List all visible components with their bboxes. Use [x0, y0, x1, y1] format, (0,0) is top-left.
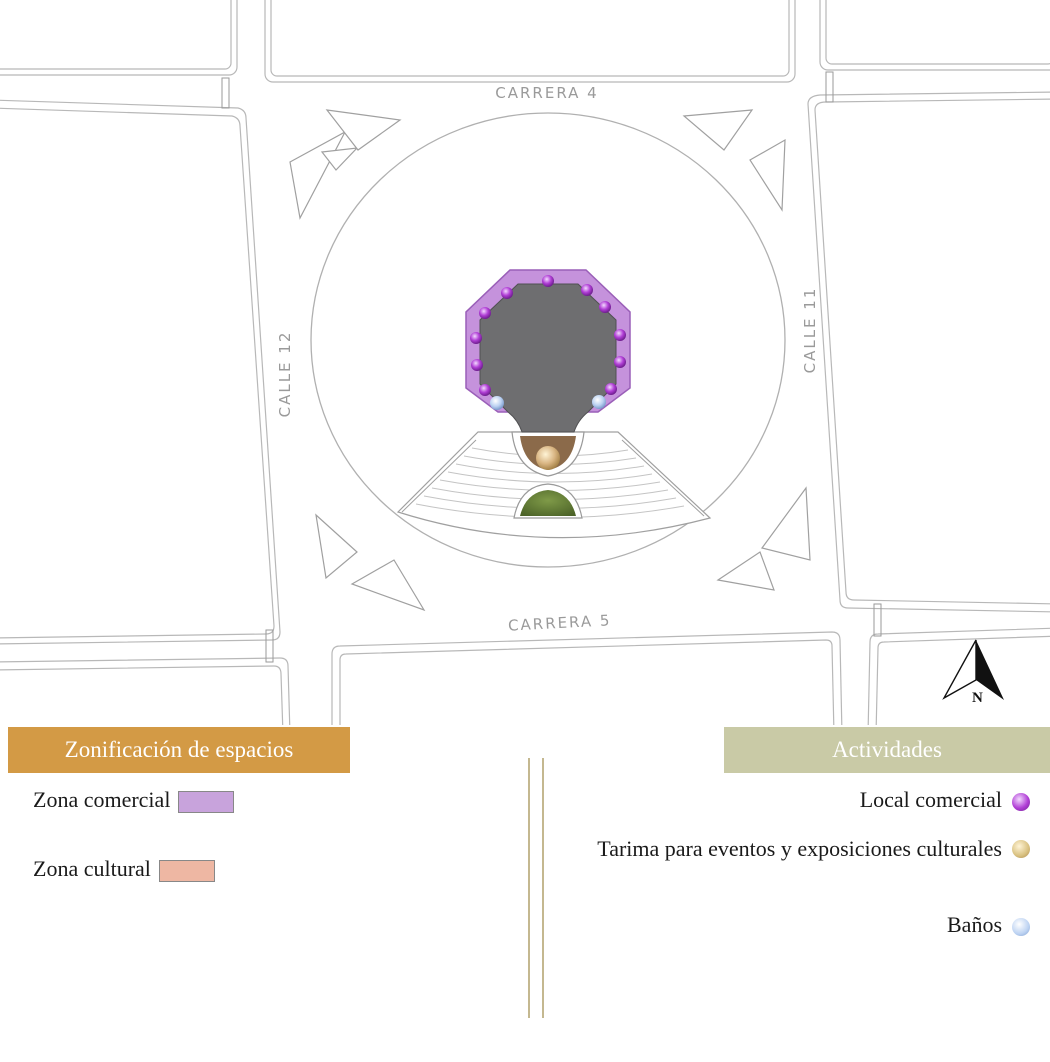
legend-item-label: Zona comercial	[33, 787, 171, 812]
local-comercial-icon	[605, 383, 617, 395]
local-comercial-icon	[614, 356, 626, 368]
legend-divider-2	[542, 758, 544, 1018]
legend-item-label: Local comercial	[859, 787, 1002, 812]
activities-legend-title: Actividades	[724, 727, 1050, 773]
local-comercial-icon	[542, 275, 554, 287]
local-comercial-icon	[501, 287, 513, 299]
gold-dot-icon	[1012, 840, 1030, 858]
local-comercial-icon	[470, 332, 482, 344]
legend-item-label: Baños	[947, 912, 1002, 937]
legend-divider	[528, 758, 530, 1018]
legend-item-local-comercial: Local comercial	[860, 787, 1030, 813]
light-blue-dot-icon	[1012, 917, 1030, 936]
banos-icon	[490, 396, 504, 410]
zoning-legend-title: Zonificación de espacios	[8, 727, 350, 773]
cultural-zone-swatch	[158, 859, 215, 882]
legend-item-tarima: Tarima para eventos y exposiciones cultu…	[590, 834, 1030, 864]
legend-item-zona-cultural: Zona cultural	[33, 856, 215, 882]
banos-icon	[592, 395, 606, 409]
local-comercial-icon	[479, 384, 491, 396]
local-comercial-icon	[599, 301, 611, 313]
local-comercial-icon	[479, 307, 491, 319]
site-plan-map: CARRERA 4 CARRERA 5 CALLE 12 CALLE 11 N	[0, 0, 1050, 725]
legend-item-label: Tarima para eventos y exposiciones cultu…	[597, 836, 1002, 861]
local-comercial-icon	[614, 329, 626, 341]
street-label-calle-12: CALLE 12	[276, 331, 294, 418]
local-comercial-icon	[471, 359, 483, 371]
legend-item-zona-comercial: Zona comercial	[33, 787, 235, 813]
legend-item-banos: Baños	[947, 912, 1030, 938]
street-label-calle-11: CALLE 11	[801, 287, 819, 374]
street-label-carrera-4: CARRERA 4	[495, 84, 598, 102]
purple-dot-icon	[1012, 792, 1030, 811]
stage-marker-icon	[536, 446, 560, 470]
north-arrow-label: N	[972, 690, 983, 706]
local-comercial-icon	[581, 284, 593, 296]
commercial-zone-swatch	[178, 790, 235, 813]
legend-item-label: Zona cultural	[33, 856, 151, 881]
